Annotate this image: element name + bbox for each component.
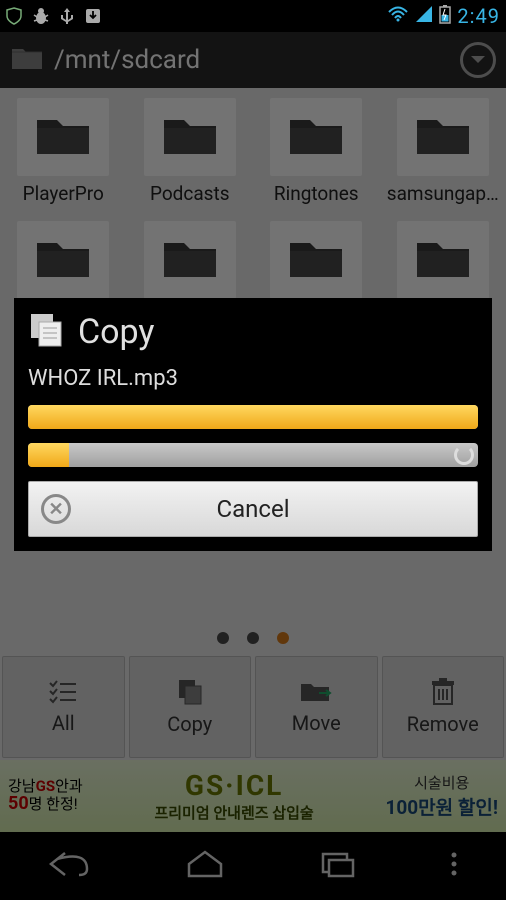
cancel-button[interactable]: ✕ Cancel bbox=[28, 481, 478, 537]
dialog-title: Copy bbox=[78, 312, 155, 352]
battery-icon bbox=[439, 4, 451, 29]
spinner-icon bbox=[454, 445, 474, 465]
button-label: Cancel bbox=[216, 495, 289, 523]
copy-dialog: Copy WHOZ IRL.mp3 ✕ Cancel bbox=[14, 298, 492, 551]
status-left-icons bbox=[6, 6, 102, 26]
wifi-icon bbox=[387, 5, 409, 28]
copy-icon bbox=[28, 312, 66, 352]
bug-icon bbox=[32, 7, 50, 25]
usb-icon bbox=[60, 6, 74, 26]
status-right-icons: 2:49 bbox=[387, 4, 500, 29]
progress-bar-current bbox=[28, 443, 478, 467]
progress-bar-overall bbox=[28, 405, 478, 429]
cancel-icon: ✕ bbox=[41, 494, 71, 524]
shield-icon bbox=[6, 7, 22, 25]
download-icon bbox=[84, 7, 102, 25]
dialog-filename: WHOZ IRL.mp3 bbox=[28, 366, 478, 391]
status-bar: 2:49 bbox=[0, 0, 506, 32]
signal-icon bbox=[415, 5, 433, 28]
status-clock: 2:49 bbox=[457, 4, 500, 28]
